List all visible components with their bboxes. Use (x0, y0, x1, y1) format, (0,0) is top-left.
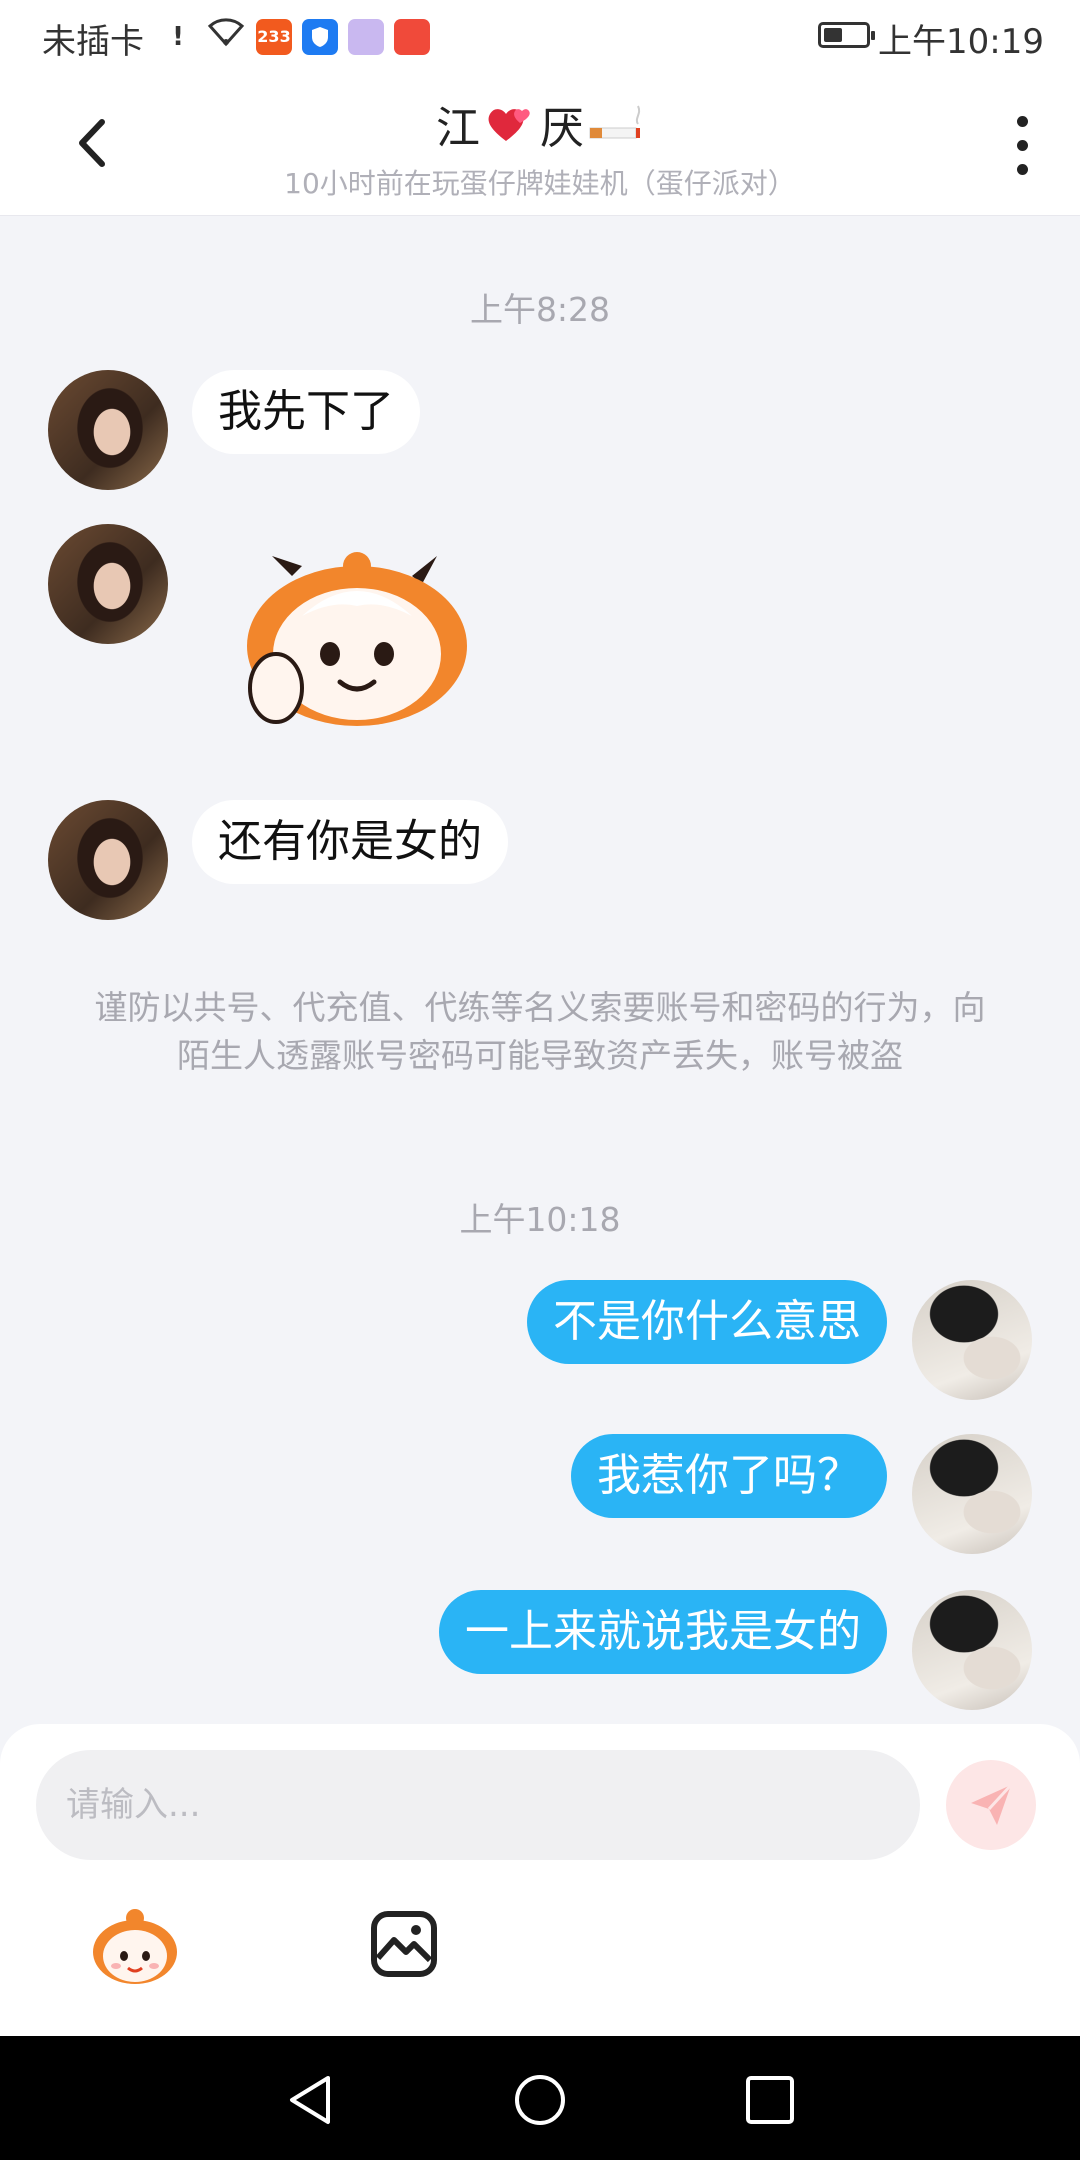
nav-back-icon (290, 2076, 330, 2124)
image-icon (371, 1911, 437, 1977)
nav-recents-icon (746, 2076, 794, 2124)
contact-avatar[interactable] (48, 800, 168, 920)
outgoing-message[interactable]: 我惹你了吗？ (571, 1434, 887, 1518)
shield-icon (302, 18, 338, 55)
app-233-icon: 233 (256, 18, 292, 55)
send-button[interactable] (946, 1760, 1036, 1850)
profile-app-icon (348, 18, 384, 55)
sim-alert-icon: ! (160, 18, 196, 55)
nav-home-icon (515, 2075, 565, 2125)
image-button[interactable] (370, 1910, 438, 1978)
incoming-message[interactable]: 我先下了 (192, 370, 420, 454)
contact-name-part: 厌 (540, 103, 584, 154)
nav-home-button[interactable] (512, 2072, 568, 2128)
send-icon (971, 1783, 1013, 1825)
cigarette-emoji-icon (589, 105, 641, 139)
more-button[interactable] (1014, 116, 1030, 176)
timestamp: 上午10:18 (459, 1200, 621, 1239)
status-icons: ! 233 (160, 16, 430, 57)
emoji-icon (93, 1909, 177, 1984)
emoji-button[interactable] (90, 1904, 180, 1986)
incoming-message[interactable]: 还有你是女的 (192, 800, 508, 884)
message-input[interactable] (36, 1750, 920, 1860)
contact-status: 10小时前在玩蛋仔牌娃娃机（蛋仔派对） (284, 167, 796, 200)
carrier-label: 未插卡 (42, 22, 144, 62)
nav-recents-button[interactable] (742, 2072, 798, 2128)
my-avatar[interactable] (912, 1434, 1032, 1554)
chat-header: 江 厌 10小时前在玩蛋仔牌娃娃机（蛋仔派对） (0, 72, 1080, 216)
nav-back-button[interactable] (284, 2072, 340, 2128)
battery-icon (818, 22, 875, 48)
sticker-message[interactable] (232, 536, 482, 736)
outgoing-message[interactable]: 一上来就说我是女的 (439, 1590, 887, 1674)
my-avatar[interactable] (912, 1280, 1032, 1400)
video-app-icon (394, 18, 430, 55)
contact-name: 江 厌 (436, 92, 644, 156)
contact-avatar[interactable] (48, 370, 168, 490)
contact-name-part: 江 (436, 103, 480, 154)
outgoing-message[interactable]: 不是你什么意思 (527, 1280, 887, 1364)
hearts-emoji-icon (488, 109, 530, 141)
security-notice: 谨防以共号、代充值、代练等名义索要账号和密码的行为，向陌生人透露账号密码可能导致… (94, 988, 986, 1075)
wifi-icon (206, 16, 246, 57)
composer-panel (0, 1724, 1080, 2036)
egg-party-sticker-icon (247, 552, 467, 726)
my-avatar[interactable] (912, 1590, 1032, 1710)
more-icon (1014, 116, 1030, 175)
status-bar: 未插卡 ! 233 上午10:19 (0, 0, 1080, 72)
clock: 上午10:19 (878, 22, 1044, 62)
system-nav-bar (0, 2036, 1080, 2160)
contact-avatar[interactable] (48, 524, 168, 644)
timestamp: 上午8:28 (469, 290, 611, 329)
